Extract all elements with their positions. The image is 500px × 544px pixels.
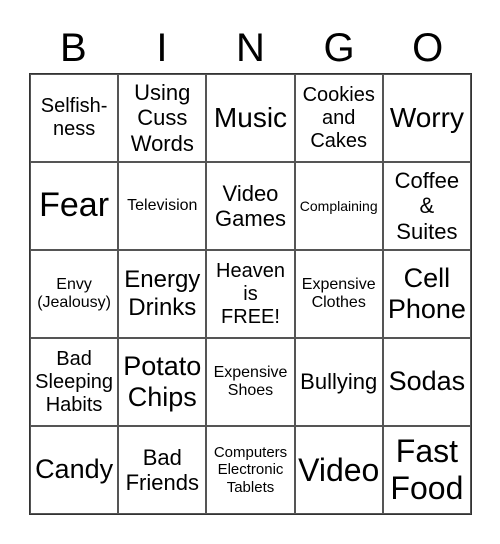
bingo-cell[interactable]: Potato Chips xyxy=(118,338,207,426)
bingo-header: B I N G O xyxy=(29,22,472,74)
bingo-cell[interactable]: Sodas xyxy=(382,338,471,426)
bingo-cell[interactable]: Expensive Shoes xyxy=(206,338,295,426)
bingo-cell[interactable]: Energy Drinks xyxy=(118,250,207,338)
bingo-cell[interactable]: Worry xyxy=(382,74,471,162)
bingo-cell[interactable]: Selfish- ness xyxy=(30,74,119,162)
bingo-cell[interactable]: Video xyxy=(294,426,383,514)
bingo-cell[interactable]: Using Cuss Words xyxy=(118,74,207,162)
bingo-cell[interactable]: Coffee & Suites xyxy=(382,162,471,250)
bingo-cell[interactable]: Music xyxy=(206,74,295,162)
bingo-cell[interactable]: Bullying xyxy=(294,338,383,426)
bingo-cell[interactable]: Bad Sleeping Habits xyxy=(30,338,119,426)
header-letter-b: B xyxy=(59,26,87,70)
bingo-cell[interactable]: Bad Friends xyxy=(118,426,207,514)
header-letter-g: G xyxy=(323,26,355,70)
header-letter-n: N xyxy=(236,26,265,70)
bingo-cell[interactable]: Cookies and Cakes xyxy=(294,74,383,162)
bingo-cell[interactable]: Fast Food xyxy=(382,426,471,514)
header-letter-i: I xyxy=(156,26,168,70)
bingo-cell[interactable]: Television xyxy=(118,162,207,250)
bingo-cell[interactable]: Candy xyxy=(30,426,119,514)
bingo-cell[interactable]: Video Games xyxy=(206,162,295,250)
bingo-cell[interactable]: Envy (Jealousy) xyxy=(30,250,119,338)
bingo-cell[interactable]: Expensive Clothes xyxy=(294,250,383,338)
bingo-cell[interactable]: Fear xyxy=(30,162,119,250)
bingo-cell[interactable]: Cell Phone xyxy=(382,250,471,338)
header-letter-o: O xyxy=(412,26,444,70)
bingo-grid: Selfish- ness Using Cuss Words Music Coo… xyxy=(29,73,472,515)
bingo-cell[interactable]: Heaven is FREE! xyxy=(206,250,295,338)
bingo-cell[interactable]: Complaining xyxy=(294,162,383,250)
bingo-cell[interactable]: Computers Electronic Tablets xyxy=(206,426,295,514)
